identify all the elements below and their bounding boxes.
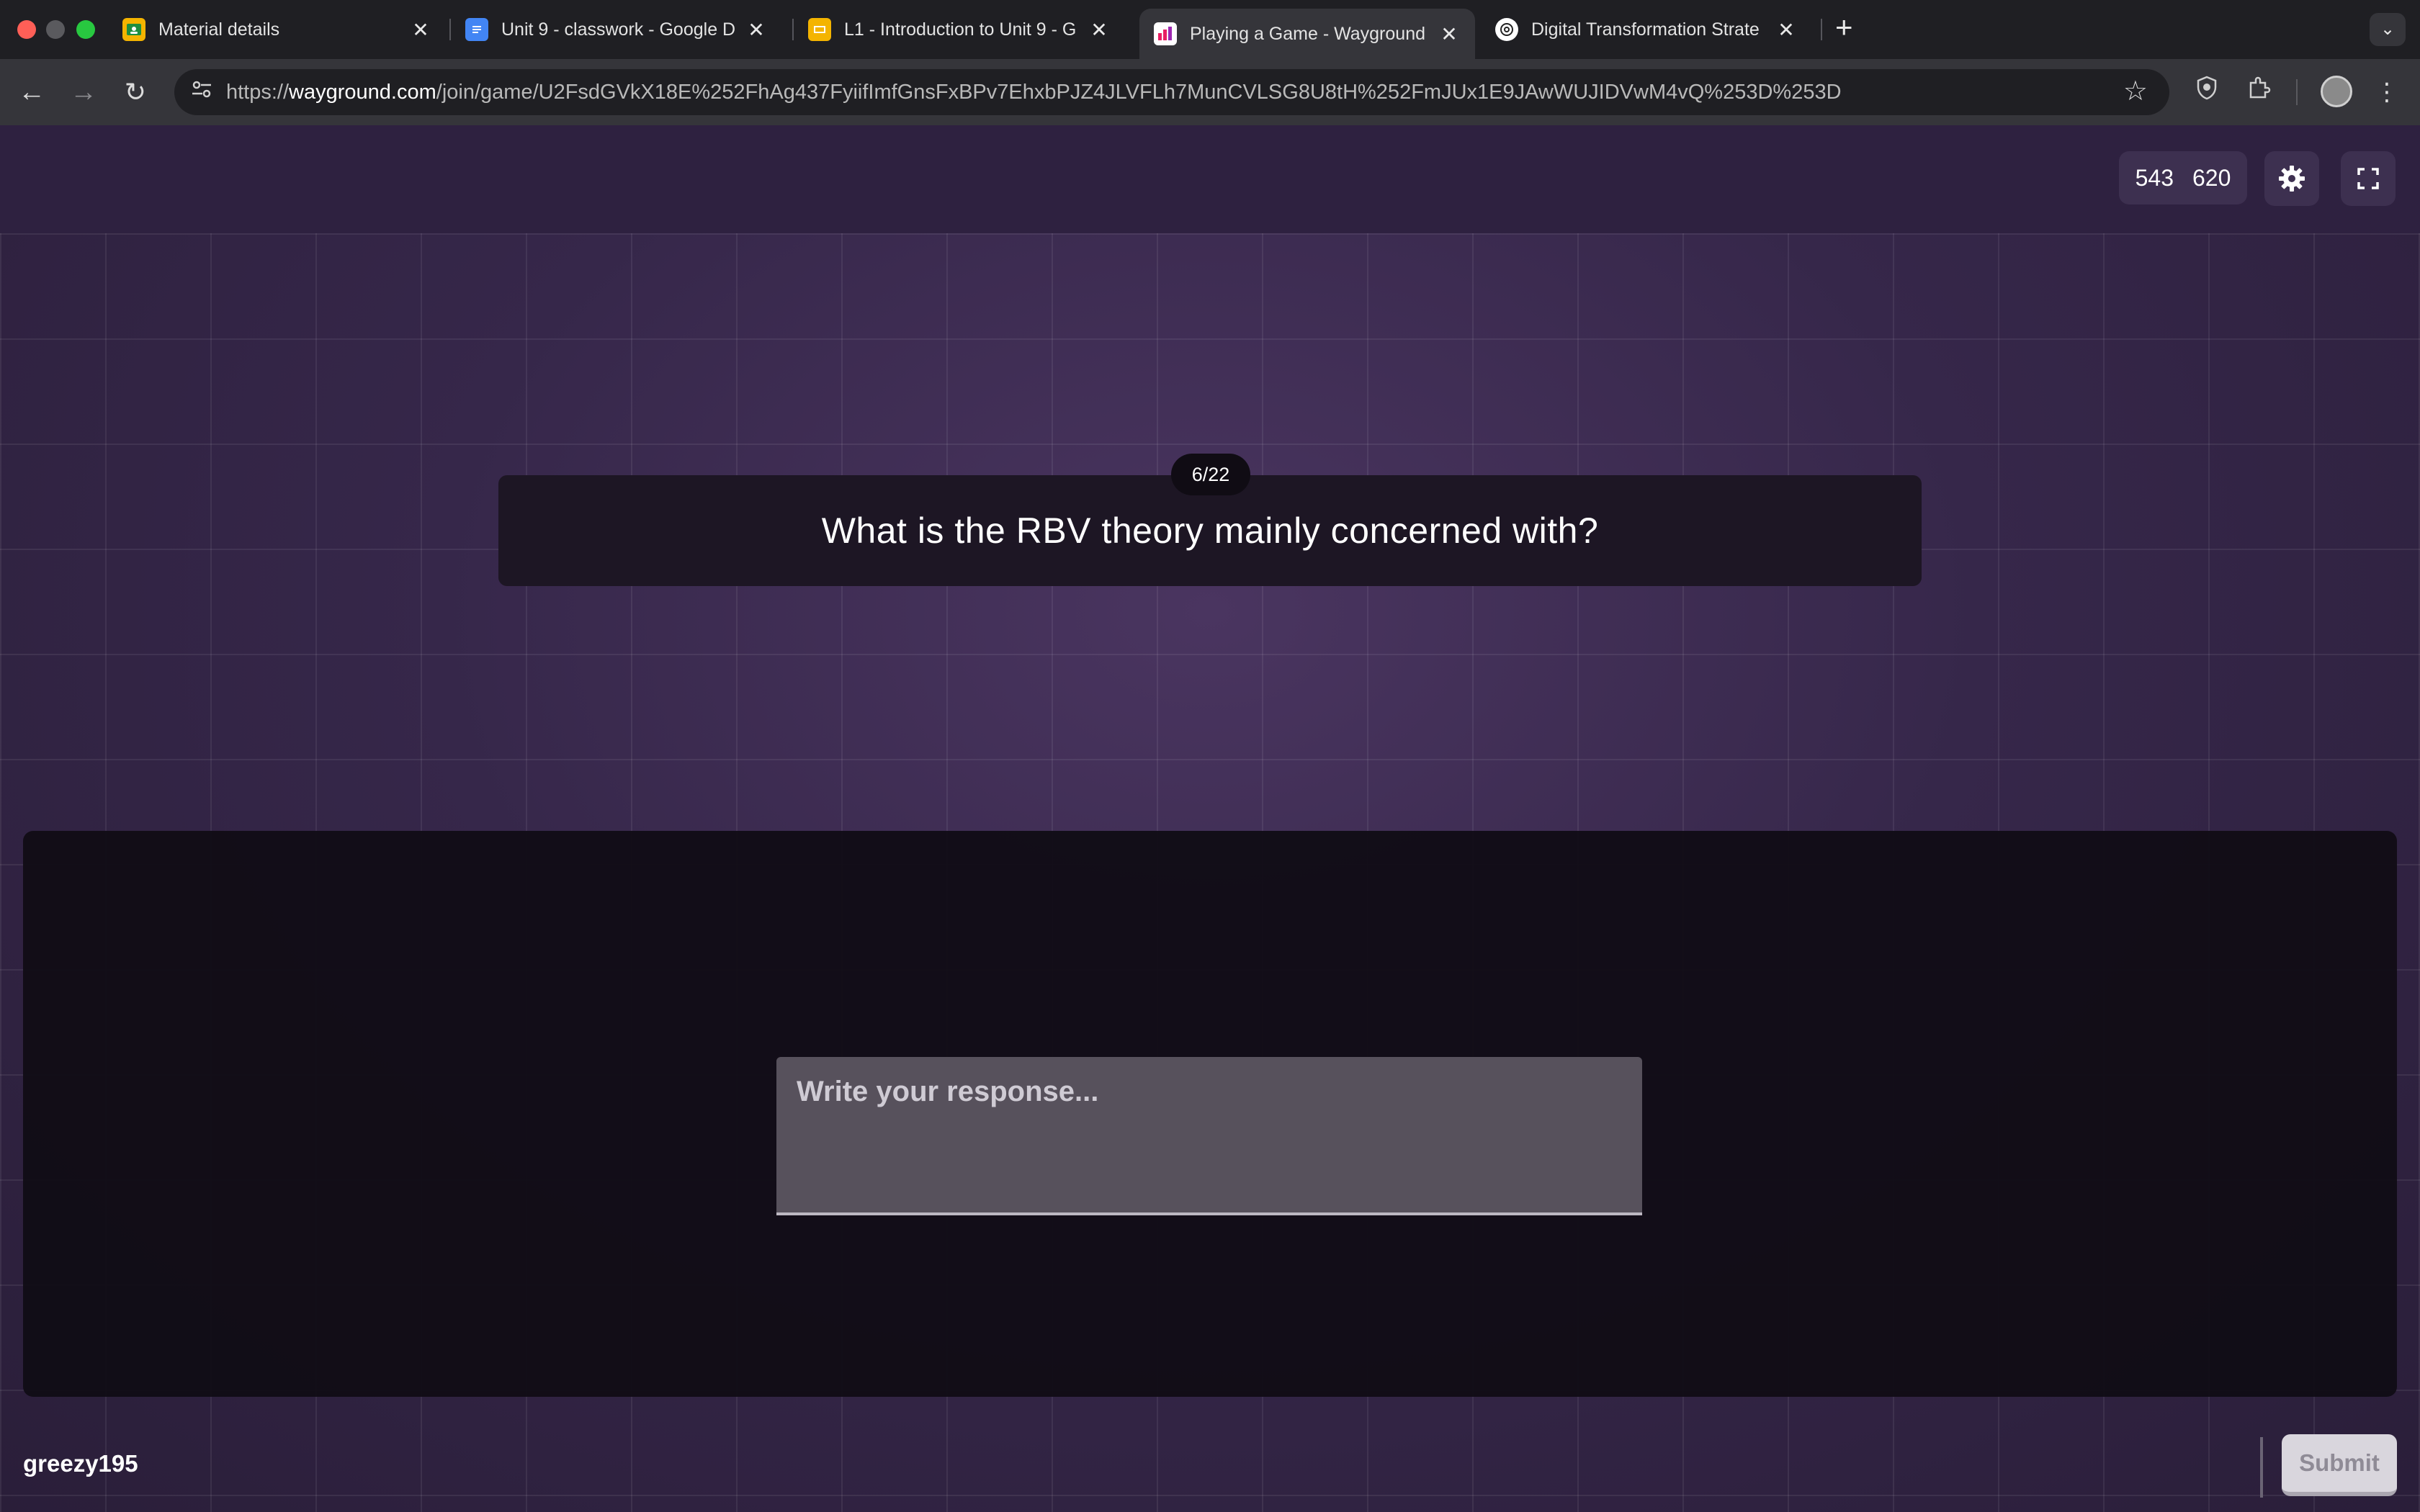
close-icon[interactable]: ✕ <box>1775 18 1798 42</box>
profile-avatar[interactable] <box>2321 76 2352 107</box>
wayground-icon <box>1154 22 1177 45</box>
close-icon[interactable]: ✕ <box>1438 22 1461 46</box>
fullscreen-button[interactable] <box>2341 151 2396 206</box>
slides-icon <box>808 18 831 41</box>
game-header <box>0 125 2420 233</box>
url-prefix: https:// <box>226 81 290 104</box>
classroom-icon <box>122 18 145 41</box>
close-icon[interactable]: ✕ <box>409 18 432 42</box>
url-host: wayground.com <box>289 81 436 104</box>
tab-title: Playing a Game - Wayground <box>1190 23 1426 44</box>
question-text: What is the RBV theory mainly concerned … <box>821 510 1599 551</box>
chatgpt-icon <box>1495 18 1518 41</box>
submit-button[interactable]: Submit <box>2282 1434 2397 1496</box>
tab-title: Digital Transformation Strate <box>1531 19 1760 40</box>
reload-button[interactable]: ↻ <box>118 75 153 109</box>
address-bar[interactable]: https://wayground.com/join/game/U2FsdGVk… <box>174 69 2169 115</box>
settings-button[interactable] <box>2264 151 2319 206</box>
username-label: greezy195 <box>23 1450 138 1477</box>
tab-search-button[interactable]: ⌄ <box>2370 13 2406 46</box>
tab-material-details[interactable]: Material details ✕ <box>108 9 447 50</box>
tab-title: Unit 9 - classwork - Google D <box>501 19 736 40</box>
footer-divider <box>2260 1437 2263 1498</box>
fullscreen-icon <box>2357 168 2379 189</box>
tab-l1-introduction[interactable]: L1 - Introduction to Unit 9 - G ✕ <box>794 9 1125 50</box>
minimize-window-button[interactable] <box>46 20 65 39</box>
extensions-puzzle-icon[interactable] <box>2241 75 2276 109</box>
toolbar-divider <box>2296 79 2298 105</box>
back-button[interactable]: ← <box>14 75 49 109</box>
score-display: 543 620 <box>2119 151 2247 204</box>
score-b: 620 <box>2192 164 2231 191</box>
url-path: /join/game/U2FsdGVkX18E%252FhAg437FyiifI… <box>436 81 1842 104</box>
tab-title: Material details <box>158 19 280 40</box>
browser-menu-icon[interactable]: ⋮ <box>2370 75 2404 109</box>
close-window-button[interactable] <box>17 20 36 39</box>
score-a: 543 <box>2135 164 2174 191</box>
forward-button[interactable]: → <box>66 75 101 109</box>
maximize-window-button[interactable] <box>76 20 95 39</box>
browser-toolbar: ← → ↻ https://wayground.com/join/game/U2… <box>0 59 2420 125</box>
game-page: 543 620 What is the RBV theory mainly co… <box>0 125 2420 1512</box>
tab-title: L1 - Introduction to Unit 9 - G <box>844 19 1077 40</box>
docs-icon <box>465 18 488 41</box>
close-icon[interactable]: ✕ <box>1088 18 1111 42</box>
tab-unit9-classwork[interactable]: Unit 9 - classwork - Google D ✕ <box>451 9 782 50</box>
response-input[interactable] <box>776 1057 1642 1215</box>
url-text: https://wayground.com/join/game/U2FsdGVk… <box>226 81 1842 104</box>
new-tab-button[interactable]: + <box>1835 10 1853 45</box>
close-icon[interactable]: ✕ <box>745 18 768 42</box>
tab-separator <box>1821 19 1822 40</box>
site-info-icon[interactable] <box>187 78 216 107</box>
bookmark-star-icon[interactable]: ☆ <box>2123 75 2148 107</box>
gear-icon <box>2279 166 2305 192</box>
question-counter: 6/22 <box>1171 454 1250 495</box>
shield-extension-icon[interactable] <box>2190 75 2224 109</box>
tab-playing-a-game[interactable]: Playing a Game - Wayground ✕ <box>1139 9 1475 59</box>
tab-digital-transformation[interactable]: Digital Transformation Strate ✕ <box>1481 9 1812 50</box>
browser-tab-bar: Material details ✕ Unit 9 - classwork - … <box>0 0 2420 59</box>
